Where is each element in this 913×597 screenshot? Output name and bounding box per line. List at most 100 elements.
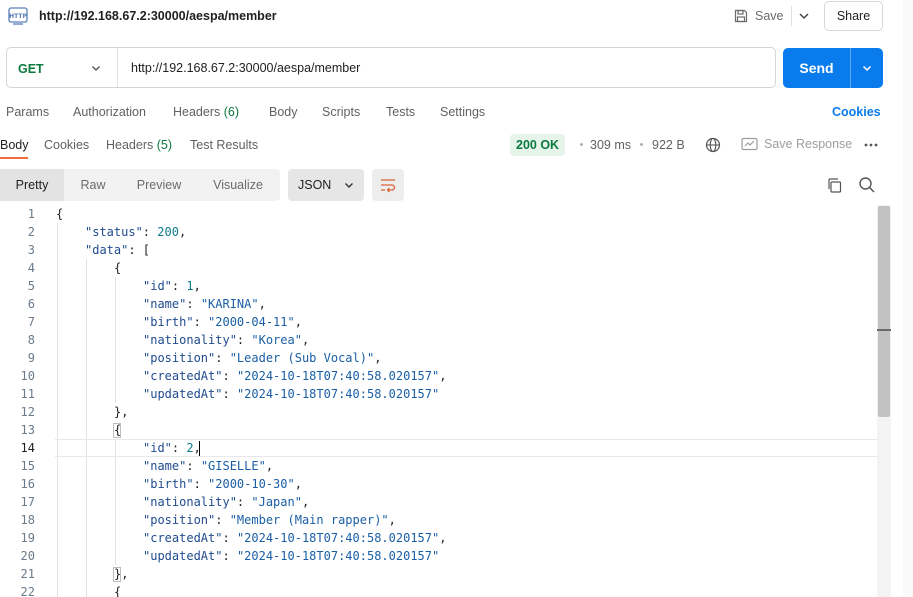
- wrap-lines-button[interactable]: [372, 169, 404, 201]
- headers-count: (6): [223, 105, 240, 119]
- code-line: 17 "nationality": "Japan",: [0, 493, 877, 511]
- line-number: 22: [20, 585, 35, 597]
- response-size: 922 B: [652, 138, 685, 152]
- code-text: "id": 2,: [143, 441, 201, 455]
- share-button[interactable]: Share: [824, 1, 883, 31]
- code-line: 16 "birth": "2000-10-30",: [0, 475, 877, 493]
- request-tabs: Params Authorization Headers (6) Body Sc…: [0, 100, 913, 124]
- response-tabs: Body Cookies Headers (5) Test Results 20…: [0, 134, 913, 160]
- code-text: {: [114, 261, 122, 275]
- window-edge: [903, 0, 913, 597]
- method-select[interactable]: GET: [18, 62, 44, 76]
- code-line: 3 "data": [: [0, 241, 877, 259]
- tab-tests[interactable]: Tests: [386, 105, 415, 119]
- code-text: "data": [: [85, 243, 151, 257]
- line-number: 15: [20, 459, 35, 473]
- line-number: 13: [20, 423, 35, 437]
- view-pretty[interactable]: Pretty: [0, 169, 64, 201]
- line-number: 10: [20, 369, 35, 383]
- line-number: 5: [27, 279, 35, 293]
- view-mode-group: Pretty Raw Preview Visualize: [0, 169, 280, 201]
- code-line: 15 "name": "GISELLE",: [0, 457, 877, 475]
- code-line: 2 "status": 200,: [0, 223, 877, 241]
- code-text: "name": "KARINA",: [143, 297, 266, 311]
- save-label: Save: [755, 9, 784, 23]
- url-input[interactable]: http://192.168.67.2:30000/aespa/member: [131, 61, 360, 75]
- tab-scripts[interactable]: Scripts: [322, 105, 360, 119]
- view-visualize[interactable]: Visualize: [196, 169, 280, 201]
- send-button[interactable]: Send: [783, 48, 883, 88]
- globe-icon[interactable]: [705, 137, 721, 153]
- tab-authorization[interactable]: Authorization: [73, 105, 146, 119]
- code-line: 11 "updatedAt": "2024-10-18T07:40:58.0201…: [0, 385, 877, 403]
- view-preview[interactable]: Preview: [122, 169, 196, 201]
- line-number: 2: [27, 225, 35, 239]
- response-headers-count: (5): [156, 138, 173, 152]
- save-response-label: Save Response: [764, 137, 853, 151]
- line-number: 19: [20, 531, 35, 545]
- view-raw[interactable]: Raw: [64, 169, 122, 201]
- status-badge: 200 OK: [510, 134, 566, 156]
- active-tab-indicator: [0, 157, 28, 159]
- code-text: "createdAt": "2024-10-18T07:40:58.020157…: [143, 369, 447, 383]
- code-line: 13 {: [0, 421, 877, 439]
- code-text: "name": "GISELLE",: [143, 459, 274, 473]
- send-options-button[interactable]: [851, 48, 883, 88]
- code-line: 21},: [0, 565, 877, 583]
- scrollbar-marker: [877, 329, 891, 331]
- line-number: 21: [20, 567, 35, 581]
- save-icon: [734, 9, 748, 23]
- line-number: 6: [27, 297, 35, 311]
- format-select[interactable]: JSON: [288, 169, 364, 201]
- code-text: "position": "Member (Main rapper)",: [143, 513, 396, 527]
- code-text: "updatedAt": "2024-10-18T07:40:58.020157…: [143, 387, 440, 401]
- line-number: 18: [20, 513, 35, 527]
- save-button[interactable]: Save: [733, 4, 784, 28]
- tab-settings[interactable]: Settings: [440, 105, 485, 119]
- response-tab-headers-label: Headers: [106, 138, 154, 152]
- response-tab-cookies[interactable]: Cookies: [44, 138, 89, 152]
- code-line-current: 14 "id": 2,: [0, 439, 877, 457]
- http-icon: HTTP: [8, 7, 28, 25]
- code-line: 8 "nationality": "Korea",: [0, 331, 877, 349]
- code-text: "createdAt": "2024-10-18T07:40:58.020157…: [143, 531, 447, 545]
- line-number: 17: [20, 495, 35, 509]
- more-icon[interactable]: [863, 137, 879, 153]
- response-tab-test-results[interactable]: Test Results: [190, 138, 258, 152]
- send-label[interactable]: Send: [783, 48, 850, 88]
- text-caret: [199, 441, 200, 456]
- code-line: 9 "position": "Leader (Sub Vocal)",: [0, 349, 877, 367]
- divider: [791, 6, 792, 26]
- tab-params[interactable]: Params: [6, 105, 49, 119]
- response-body-editor[interactable]: 1{ 2 "status": 200, 3 "data": [ 4{ 5 "id": …: [0, 205, 877, 597]
- tab-headers[interactable]: Headers (6): [173, 105, 239, 119]
- chevron-down-icon[interactable]: [797, 9, 811, 23]
- code-line: 18 "position": "Member (Main rapper)",: [0, 511, 877, 529]
- chevron-down-icon: [345, 183, 354, 188]
- code-text: {: [114, 423, 122, 437]
- url-bar: GET http://192.168.67.2:30000/aespa/memb…: [6, 47, 776, 88]
- response-tab-headers[interactable]: Headers (5): [106, 138, 172, 152]
- response-format-bar: Pretty Raw Preview Visualize JSON: [0, 169, 913, 201]
- editor-scrollbar-thumb[interactable]: [878, 206, 890, 417]
- request-title-bar: HTTP http://192.168.67.2:30000/aespa/mem…: [0, 0, 913, 32]
- code-text: {: [114, 585, 122, 597]
- cookies-link[interactable]: Cookies: [832, 105, 881, 119]
- code-line: 6 "name": "KARINA",: [0, 295, 877, 313]
- search-icon[interactable]: [858, 176, 876, 194]
- line-number: 16: [20, 477, 35, 491]
- code-line: 22 {: [0, 583, 877, 597]
- response-tab-body[interactable]: Body: [0, 138, 29, 152]
- code-line: 19 "createdAt": "2024-10-18T07:40:58.0201…: [0, 529, 877, 547]
- line-number: 4: [27, 261, 35, 275]
- copy-icon[interactable]: [826, 177, 843, 194]
- code-line: 5 "id": 1,: [0, 277, 877, 295]
- tab-body[interactable]: Body: [269, 105, 298, 119]
- code-text: "birth": "2000-04-11",: [143, 315, 302, 329]
- line-number: 12: [20, 405, 35, 419]
- chevron-down-icon[interactable]: [90, 62, 102, 74]
- code-text: "id": 1,: [143, 279, 201, 293]
- request-title[interactable]: http://192.168.67.2:30000/aespa/member: [39, 9, 277, 23]
- code-line: 20 "updatedAt": "2024-10-18T07:40:58.0201…: [0, 547, 877, 565]
- save-response-button[interactable]: Save Response: [741, 137, 852, 151]
